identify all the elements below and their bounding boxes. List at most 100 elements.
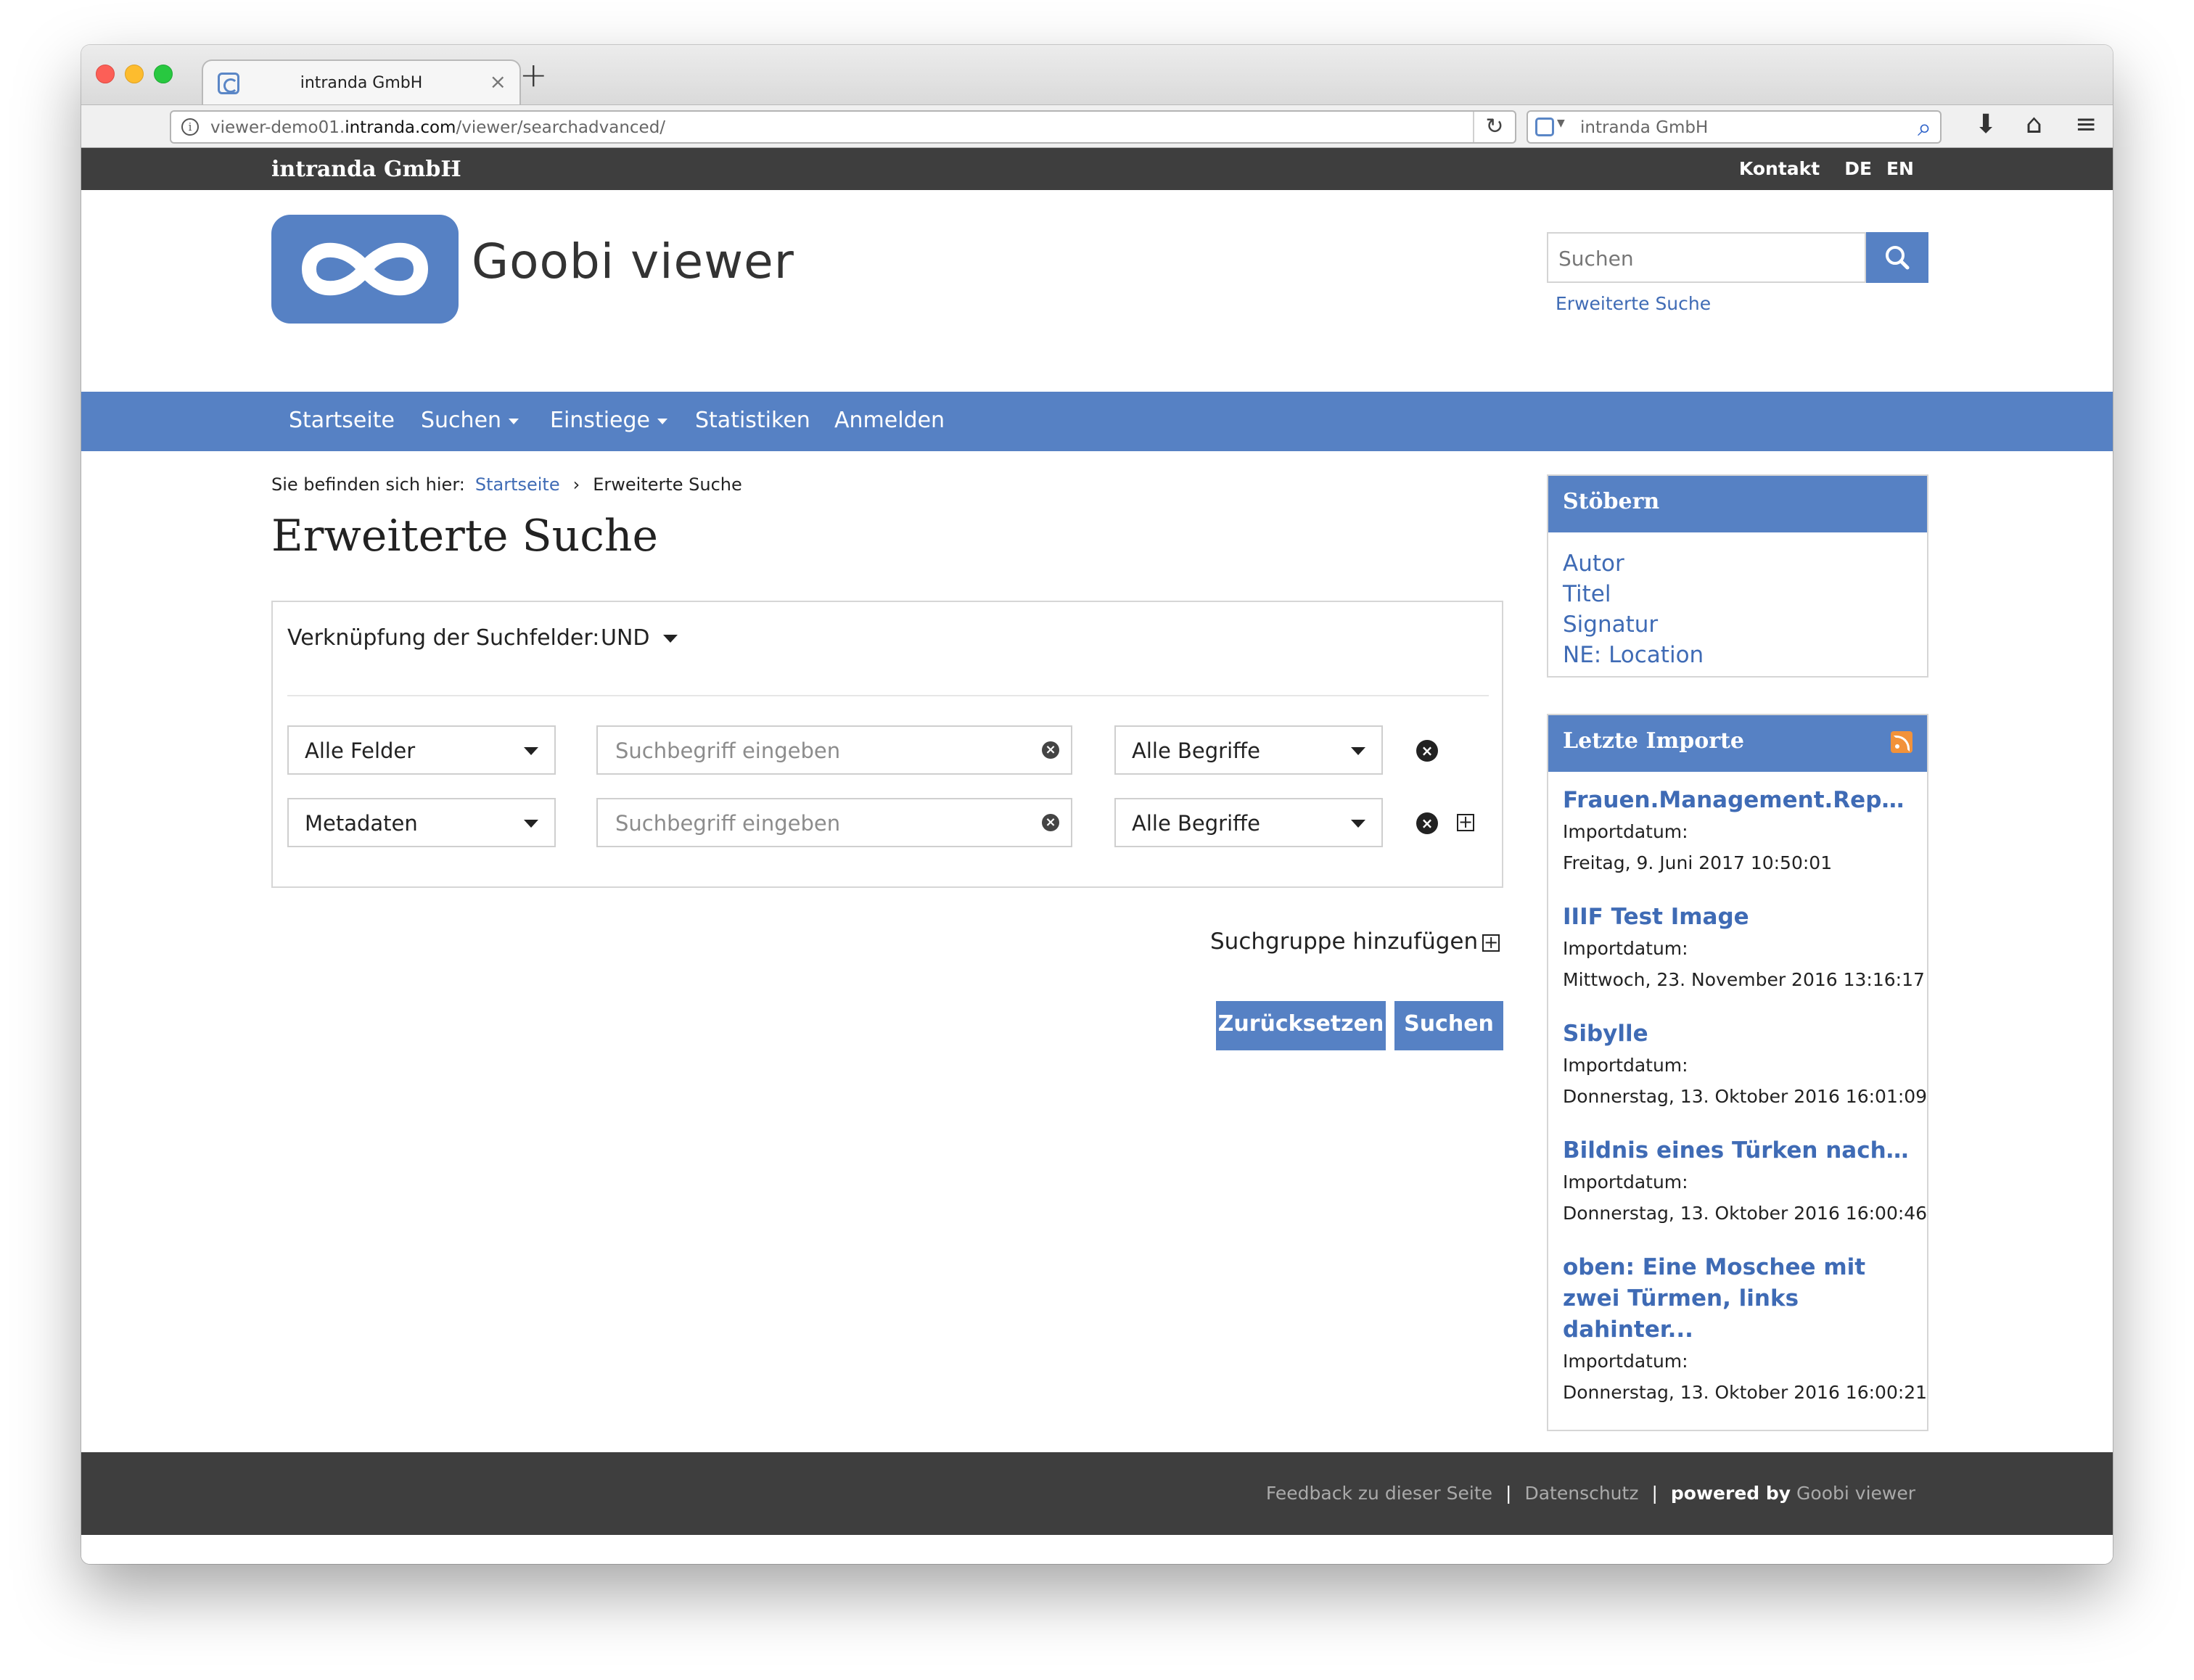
add-row-icon[interactable]: + <box>1457 813 1474 831</box>
main-navigation: Startseite Suchen Einstiege Statistiken … <box>81 392 2113 451</box>
web-page: intranda GmbH Kontakt DE EN Goobi viewer… <box>81 148 2113 1564</box>
browse-item-titel[interactable]: Titel <box>1563 579 1927 609</box>
browser-tab[interactable]: intranda GmbH × <box>202 59 521 104</box>
chevron-down-icon <box>1351 747 1365 755</box>
home-icon[interactable]: ⌂ <box>2026 110 2042 139</box>
contact-link[interactable]: Kontakt <box>1739 158 1820 179</box>
chevron-down-icon <box>524 747 538 755</box>
info-icon[interactable]: i <box>181 118 199 136</box>
import-date-label: Importdatum: <box>1563 1172 1688 1193</box>
address-bar[interactable]: i viewer-demo01.intranda.com/viewer/sear… <box>170 110 1516 144</box>
breadcrumb: Sie befinden sich hier: Startseite › Erweit… <box>271 474 742 495</box>
import-date: Donnerstag, 13. Oktober 2016 16:01:09 <box>1563 1086 1928 1107</box>
field-link-label: Verknüpfung der Suchfelder: <box>287 625 600 651</box>
import-title-link[interactable]: Sibylle <box>1563 1018 1912 1050</box>
field-link-select[interactable]: UND <box>601 625 678 651</box>
header-search-button[interactable] <box>1866 232 1928 283</box>
goobi-logo[interactable] <box>271 215 459 324</box>
chevron-down-icon <box>509 418 519 424</box>
browser-search-bar[interactable]: ▼ intranda GmbH ⌕ <box>1527 110 1942 144</box>
browse-widget-title: Stöbern <box>1548 476 1927 532</box>
remove-row-icon[interactable]: × <box>1416 740 1438 762</box>
footer-separator: | <box>1505 1483 1512 1504</box>
privacy-link[interactable]: Datenschutz <box>1524 1483 1638 1504</box>
nav-anmelden[interactable]: Anmelden <box>834 408 945 433</box>
nav-statistiken[interactable]: Statistiken <box>695 408 810 433</box>
download-icon[interactable]: ⬇ <box>1975 110 1997 139</box>
brand-name[interactable]: intranda GmbH <box>271 157 461 182</box>
field-select-1[interactable]: Alle Felder <box>287 725 556 775</box>
nav-suchen[interactable]: Suchen <box>421 408 519 433</box>
page-footer: Feedback zu dieser Seite | Datenschutz | pow… <box>81 1452 2113 1535</box>
import-title-link[interactable]: IIIF Test Image <box>1563 902 1912 933</box>
header-search-placeholder: Suchen <box>1558 247 1634 271</box>
close-window-button[interactable] <box>96 65 115 83</box>
new-tab-icon[interactable]: + <box>519 55 548 94</box>
minimize-window-button[interactable] <box>125 65 144 83</box>
language-de-link[interactable]: DE <box>1844 158 1872 179</box>
nav-einstiege[interactable]: Einstiege <box>550 408 667 433</box>
feedback-link[interactable]: Feedback zu dieser Seite <box>1266 1483 1492 1504</box>
tab-close-icon[interactable]: × <box>490 70 506 94</box>
search-button[interactable]: Suchen <box>1394 1001 1503 1050</box>
clear-input-icon[interactable]: × <box>1042 741 1059 759</box>
operator-select-2[interactable]: Alle Begriffe <box>1114 798 1383 847</box>
search-engine-icon[interactable] <box>1535 118 1554 136</box>
import-title-link[interactable]: Frauen.Management.Report.2017 <box>1563 785 1912 816</box>
import-title-link[interactable]: oben: Eine Moschee mit zwei Türmen, link… <box>1563 1252 1912 1346</box>
search-term-input-2[interactable]: Suchbegriff eingeben × <box>596 798 1072 847</box>
footer-separator: | <box>1651 1483 1658 1504</box>
nav-startseite[interactable]: Startseite <box>289 408 395 433</box>
import-date-label: Importdatum: <box>1563 821 1688 842</box>
field-select-2[interactable]: Metadaten <box>287 798 556 847</box>
zoom-window-button[interactable] <box>154 65 173 83</box>
browser-search-text[interactable]: intranda GmbH <box>1580 118 1708 137</box>
import-date: Freitag, 9. Juni 2017 10:50:01 <box>1563 852 1833 873</box>
infinity-icon <box>301 242 429 296</box>
import-date-label: Importdatum: <box>1563 1055 1688 1076</box>
page-title: Erweiterte Suche <box>271 511 659 561</box>
header-search-input[interactable]: Suchen <box>1547 232 1866 283</box>
import-date: Donnerstag, 13. Oktober 2016 16:00:21 <box>1563 1382 1928 1403</box>
breadcrumb-home-link[interactable]: Startseite <box>475 474 560 495</box>
search-icon[interactable]: ⌕ <box>1918 113 1931 142</box>
import-item: Frauen.Management.Report.2017 Importdatu… <box>1563 785 1912 878</box>
reset-button[interactable]: Zurücksetzen <box>1216 1001 1386 1050</box>
breadcrumb-current: Erweiterte Suche <box>593 474 742 495</box>
operator-select-1[interactable]: Alle Begriffe <box>1114 725 1383 775</box>
divider <box>287 695 1489 696</box>
browse-item-autor[interactable]: Autor <box>1563 548 1927 579</box>
import-item: Sibylle Importdatum: Donnerstag, 13. Okt… <box>1563 1018 1928 1112</box>
url-text[interactable]: viewer-demo01.intranda.com/viewer/search… <box>210 118 665 137</box>
import-date-label: Importdatum: <box>1563 1351 1688 1372</box>
browse-item-location[interactable]: NE: Location <box>1563 640 1927 670</box>
browse-widget: Stöbern Autor Titel Signatur NE: Locatio… <box>1547 474 1928 678</box>
advanced-search-panel: Verknüpfung der Suchfelder: UND Alle Fel… <box>271 601 1503 888</box>
chevron-down-icon[interactable]: ▼ <box>1557 118 1565 129</box>
advanced-search-link[interactable]: Erweiterte Suche <box>1556 293 1711 314</box>
import-item: IIIF Test Image Importdatum: Mittwoch, 2… <box>1563 902 1925 995</box>
import-title-link[interactable]: Bildnis eines Türken nach rechts <box>1563 1135 1912 1166</box>
remove-row-icon[interactable]: × <box>1416 812 1438 834</box>
latest-imports-title: Letzte Importe <box>1563 728 1744 754</box>
browser-titlebar: intranda GmbH × + <box>81 45 2113 104</box>
browser-window: intranda GmbH × + i viewer-demo01.intran… <box>81 45 2113 1564</box>
menu-icon[interactable]: ≡ <box>2075 110 2097 139</box>
chevron-down-icon <box>1351 820 1365 828</box>
powered-by-label: powered by <box>1670 1483 1791 1504</box>
clear-input-icon[interactable]: × <box>1042 814 1059 831</box>
goobi-viewer-link[interactable]: Goobi viewer <box>1796 1483 1915 1504</box>
search-term-input-1[interactable]: Suchbegriff eingeben × <box>596 725 1072 775</box>
chevron-down-icon <box>524 820 538 828</box>
site-title[interactable]: Goobi viewer <box>472 234 794 289</box>
reload-icon[interactable]: ↻ <box>1473 112 1515 142</box>
import-date: Donnerstag, 13. Oktober 2016 16:00:46 <box>1563 1203 1928 1224</box>
rss-icon[interactable] <box>1891 731 1912 753</box>
add-search-group-link[interactable]: Suchgruppe hinzufügen + <box>1210 928 1500 955</box>
import-date: Mittwoch, 23. November 2016 13:16:17 <box>1563 969 1925 990</box>
browse-item-signatur[interactable]: Signatur <box>1563 609 1927 640</box>
language-en-link[interactable]: EN <box>1886 158 1914 179</box>
add-group-icon: + <box>1482 931 1500 952</box>
chevron-down-icon <box>662 635 678 643</box>
chevron-down-icon <box>657 418 667 424</box>
